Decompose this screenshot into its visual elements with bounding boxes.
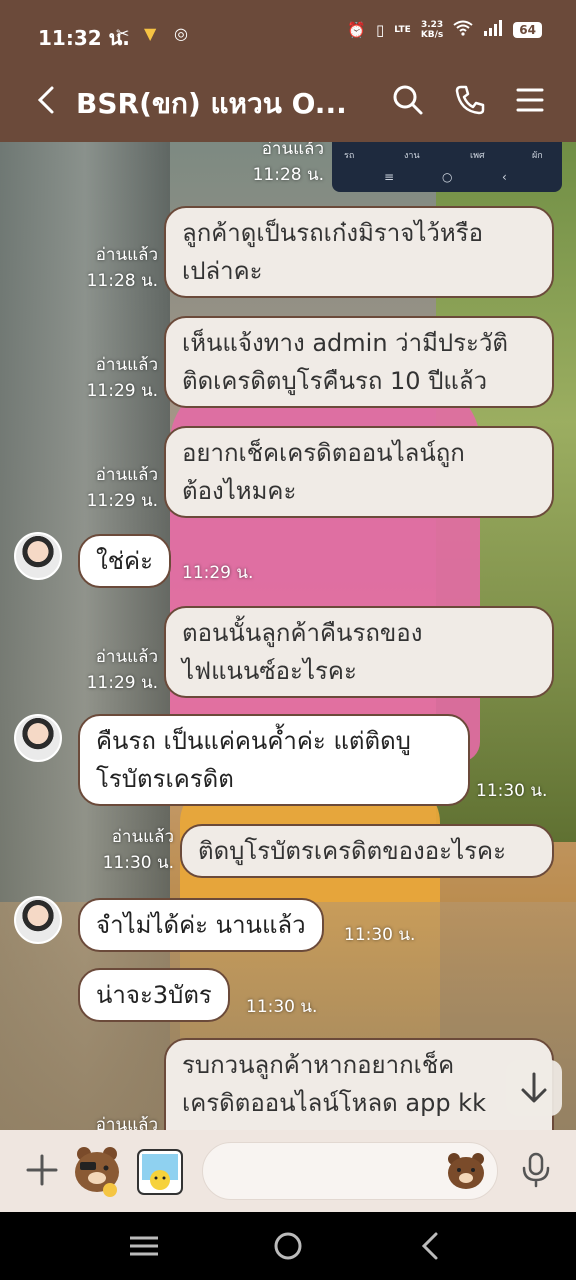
- alarm-icon: ⏰: [347, 21, 366, 39]
- nav-home-icon: ○: [442, 170, 453, 184]
- search-button[interactable]: [388, 80, 428, 120]
- chat-title[interactable]: BSR(ขก) แหวน O...: [76, 82, 347, 126]
- message-meta: อ่านแล้ว 11:28 น.: [86, 245, 158, 291]
- bear-sticker-icon: [75, 1147, 119, 1197]
- add-button[interactable]: [22, 1150, 62, 1190]
- message-meta: อ่านแล้ว 11:28 น.: [252, 142, 324, 185]
- incoming-message[interactable]: น่าจะ3บัตร: [78, 968, 230, 1022]
- system-back-button[interactable]: [414, 1230, 450, 1262]
- image-sticker-icon: [137, 1149, 183, 1195]
- battery-indicator: 64: [513, 22, 542, 38]
- menu-button[interactable]: [510, 80, 550, 120]
- message-time: 11:30 น.: [476, 781, 548, 801]
- incoming-message[interactable]: จำไม่ได้ค่ะ นานแล้ว: [78, 898, 324, 952]
- home-button[interactable]: [270, 1230, 306, 1262]
- status-bar: 11:32 น. ✂ ▼ ◎ ⏰ ▯ LTE 3.23 KB/s 64: [0, 0, 576, 62]
- outgoing-message[interactable]: อยากเช็คเครดิตออนไลน์ถูก ต้องไหมคะ: [164, 426, 554, 518]
- chat-area[interactable]: รถ งาน เพศ ผัก ≡ ○ ‹ อ่านแล้ว 11:28 น. อ…: [0, 142, 576, 1130]
- shop-notification-icon: ▼: [144, 24, 157, 43]
- chat-header: BSR(ขก) แหวน O...: [0, 62, 576, 142]
- outgoing-message[interactable]: รบกวนลูกค้าหากอยากเช็ค เครดิตออนไลน์โหลด…: [164, 1038, 554, 1130]
- message-meta: อ่านแล้ว 11:29 น.: [86, 647, 158, 693]
- back-button[interactable]: [28, 80, 68, 120]
- emoji-button[interactable]: [445, 1150, 487, 1192]
- system-nav-bar: [0, 1212, 576, 1280]
- phone-icon: [455, 85, 485, 115]
- message-time: 11:30 น.: [246, 997, 318, 1017]
- sticker-button[interactable]: [70, 1142, 124, 1198]
- back-arrow-icon: [421, 1232, 438, 1260]
- avatar[interactable]: [14, 896, 62, 944]
- chrome-notification-icon: ◎: [174, 24, 188, 43]
- vibrate-icon: ▯: [376, 21, 385, 39]
- nav-back-icon: ‹: [502, 170, 507, 184]
- bear-face-icon: [448, 1153, 484, 1189]
- message-time: 11:30 น.: [344, 925, 416, 945]
- message-meta: อ่านแล้ว 11:30 น.: [102, 827, 174, 873]
- voice-button[interactable]: [516, 1150, 556, 1190]
- back-icon: [37, 86, 54, 114]
- lte-label: LTE: [394, 25, 411, 35]
- search-icon: [393, 85, 423, 115]
- avatar[interactable]: [14, 532, 62, 580]
- recent-apps-icon: [130, 1236, 158, 1256]
- plus-icon: [26, 1154, 58, 1186]
- incoming-message[interactable]: คืนรถ เป็นแค่คนค้ำค่ะ แต่ติดบู โรบัตรเคร…: [78, 714, 470, 806]
- home-icon: [274, 1232, 302, 1260]
- outgoing-message[interactable]: เห็นแจ้งทาง admin ว่ามีประวัติ ติดเครดิต…: [164, 316, 554, 408]
- call-button[interactable]: [450, 80, 490, 120]
- recent-apps-button[interactable]: [126, 1230, 162, 1262]
- outgoing-message[interactable]: ตอนนั้นลูกค้าคืนรถของ ไฟแนนซ์อะไรคะ: [164, 606, 554, 698]
- arrow-down-icon: [521, 1072, 547, 1103]
- message-meta: อ่านแล้ว 11:29 น.: [86, 465, 158, 511]
- outgoing-message[interactable]: ติดบูโรบัตรเครดิตของอะไรคะ: [180, 824, 554, 878]
- incoming-message[interactable]: ใช่ค่ะ: [78, 534, 171, 588]
- scroll-to-bottom-button[interactable]: [506, 1060, 562, 1116]
- message-meta: อ่านแล้ว 11:29 น.: [86, 355, 158, 401]
- avatar[interactable]: [14, 714, 62, 762]
- microphone-icon: [522, 1152, 550, 1188]
- input-bar: [0, 1130, 576, 1212]
- nav-menu-icon: ≡: [384, 170, 395, 184]
- message-input[interactable]: [202, 1142, 498, 1200]
- outgoing-message[interactable]: ลูกค้าดูเป็นรถเก๋งมิราจไว้หรือ เปล่าคะ: [164, 206, 554, 298]
- message-meta: อ่านแล้ว: [95, 1115, 158, 1130]
- wifi-icon: [453, 20, 473, 40]
- message-time: 11:29 น.: [182, 563, 254, 583]
- app-notification-icon: ✂: [116, 24, 130, 43]
- image-message[interactable]: รถ งาน เพศ ผัก ≡ ○ ‹: [332, 142, 562, 192]
- network-speed: 3.23 KB/s: [420, 20, 444, 40]
- signal-icon: [483, 20, 503, 40]
- menu-icon: [516, 88, 544, 112]
- emoji-sticker-button[interactable]: [134, 1146, 186, 1198]
